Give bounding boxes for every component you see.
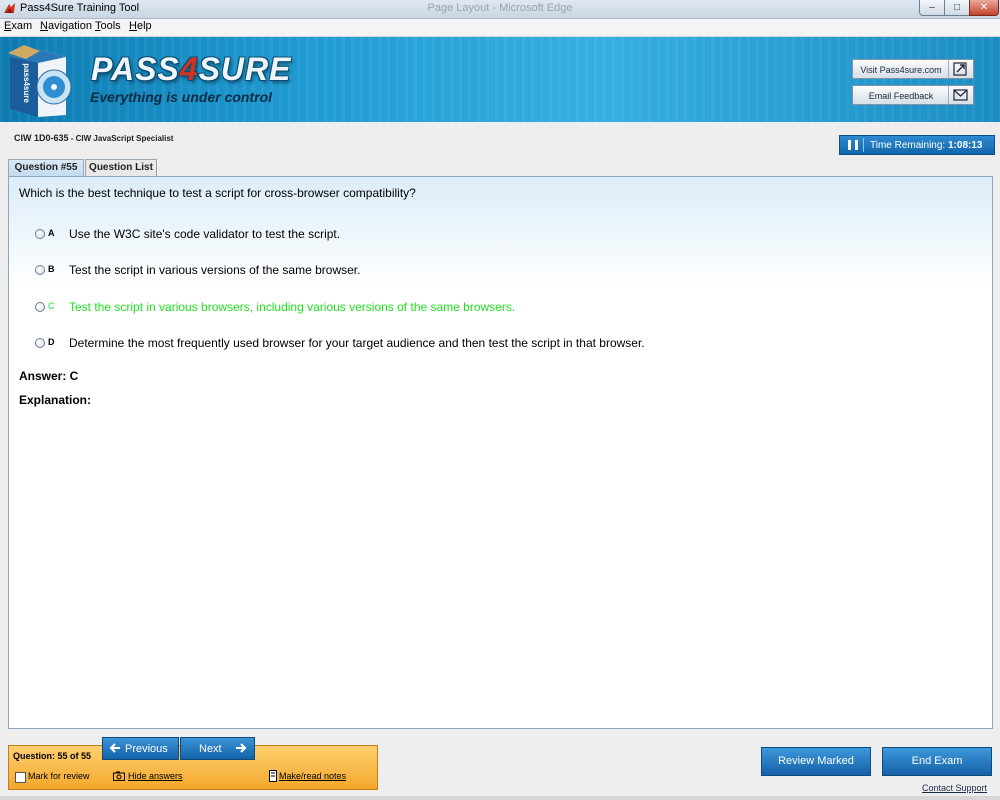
previous-button[interactable]: Previous xyxy=(102,737,179,760)
svg-text:pass4sure: pass4sure xyxy=(22,63,31,103)
exam-code: CIW 1D0-635 xyxy=(14,133,69,143)
exam-name: CIW JavaScript Specialist xyxy=(75,134,174,143)
tab-question-list[interactable]: Question List xyxy=(85,159,157,176)
notes-icon xyxy=(269,770,277,782)
question-text: Which is the best technique to test a sc… xyxy=(19,186,416,200)
menu-tools[interactable]: Tools xyxy=(95,20,121,32)
option-d-letter: D xyxy=(48,337,55,347)
window-title-bar: Pass4Sure Training Tool Page Layout - Mi… xyxy=(0,0,1000,19)
option-b-radio[interactable] xyxy=(35,265,45,275)
background-window-title: Page Layout - Microsoft Edge xyxy=(427,2,573,14)
email-feedback-button[interactable]: Email Feedback xyxy=(852,85,974,105)
hide-answers-link[interactable]: Hide answers xyxy=(128,771,183,781)
time-remaining-value: 1:08:13 xyxy=(948,140,983,151)
menu-exam[interactable]: Exam xyxy=(4,20,32,32)
end-exam-button[interactable]: End Exam xyxy=(882,747,992,776)
explanation-heading: Explanation: xyxy=(19,393,92,407)
exam-title-separator: - xyxy=(68,134,76,143)
time-remaining-label: Time Remaining: xyxy=(870,140,946,151)
option-b-text: Test the script in various versions of t… xyxy=(69,263,361,277)
mark-for-review-label[interactable]: Mark for review xyxy=(28,771,90,781)
mark-for-review-checkbox[interactable] xyxy=(15,772,26,783)
external-link-icon xyxy=(948,60,973,78)
option-c-radio[interactable] xyxy=(35,302,45,312)
question-counter: Question: 55 of 55 xyxy=(13,751,92,761)
visit-website-button[interactable]: Visit Pass4sure.com xyxy=(852,59,974,79)
arrow-right-icon xyxy=(236,743,247,753)
taskbar-edge xyxy=(0,796,1000,800)
option-d-text: Determine the most frequently used brows… xyxy=(69,336,645,350)
menu-navigation[interactable]: Navigation xyxy=(40,20,92,32)
menu-bar: Exam Navigation Tools Help xyxy=(0,19,1000,37)
brand-number: 4 xyxy=(179,51,199,87)
next-button[interactable]: Next xyxy=(180,737,255,760)
arrow-left-icon xyxy=(109,743,120,753)
exam-title: CIW 1D0-635 - CIW JavaScript Specialist xyxy=(14,133,173,143)
brand-suffix: SURE xyxy=(198,51,292,87)
option-a-letter: A xyxy=(48,228,55,238)
time-remaining-panel: Time Remaining: 1:08:13 xyxy=(839,135,995,155)
review-marked-button[interactable]: Review Marked xyxy=(761,747,871,776)
brand-logo-text: PASS4SURE xyxy=(91,51,291,88)
visit-website-label: Visit Pass4sure.com xyxy=(860,65,942,75)
close-button[interactable]: ✕ xyxy=(969,0,999,16)
camera-icon xyxy=(113,771,125,781)
option-a-radio[interactable] xyxy=(35,229,45,239)
time-remaining-text: Time Remaining: 1:08:13 xyxy=(870,140,982,151)
option-c-text: Test the script in various browsers, inc… xyxy=(69,300,516,314)
tab-question[interactable]: Question #55 xyxy=(8,159,84,176)
email-feedback-label: Email Feedback xyxy=(868,91,934,101)
previous-label: Previous xyxy=(125,743,168,755)
option-b-letter: B xyxy=(48,264,55,274)
option-c-letter: C xyxy=(48,301,55,311)
answer-text: Answer: C xyxy=(19,369,79,383)
pause-icon[interactable] xyxy=(843,138,864,152)
maximize-button[interactable]: □ xyxy=(944,0,970,16)
menu-help[interactable]: Help xyxy=(129,20,152,32)
product-box-logo: pass4sure xyxy=(8,45,72,117)
contact-support-link[interactable]: Contact Support xyxy=(922,783,987,793)
option-d-radio[interactable] xyxy=(35,338,45,348)
make-read-notes-link[interactable]: Make/read notes xyxy=(279,771,346,781)
brand-tagline: Everything is under control xyxy=(90,89,273,105)
option-a-text: Use the W3C site's code validator to tes… xyxy=(69,227,341,241)
minimize-button[interactable]: – xyxy=(919,0,945,16)
brand-prefix: PASS xyxy=(91,51,180,87)
question-panel: Which is the best technique to test a sc… xyxy=(8,176,993,729)
envelope-icon xyxy=(948,86,973,104)
brand-banner: pass4sure PASS4SURE Everything is under … xyxy=(0,37,1000,122)
next-label: Next xyxy=(199,743,222,755)
